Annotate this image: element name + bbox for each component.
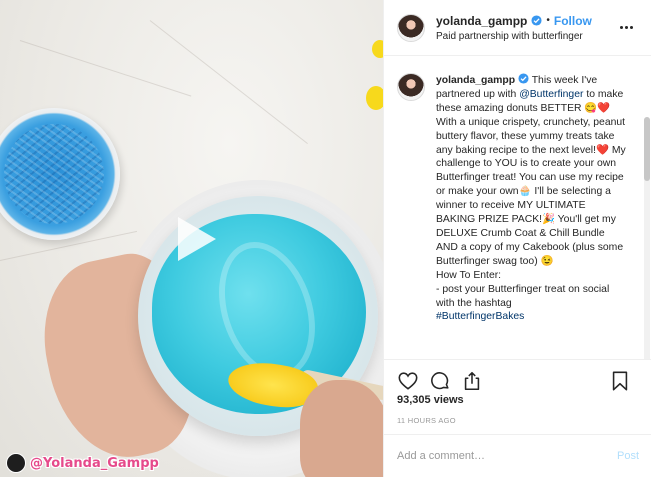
right-hand xyxy=(300,380,383,477)
caption: yolanda_gampp This week I've partnered u… xyxy=(384,57,651,324)
flower-decoration xyxy=(372,40,383,58)
caption-avatar[interactable] xyxy=(397,73,425,101)
post-side-panel: yolanda_gampp • Follow Paid partnership … xyxy=(383,0,651,477)
post-timestamp[interactable]: 11 HOURS AGO xyxy=(397,416,456,425)
verified-badge-icon xyxy=(518,73,529,84)
post-button[interactable]: Post xyxy=(617,450,639,462)
caption-username-link[interactable]: yolanda_gampp xyxy=(436,75,515,86)
avatar[interactable] xyxy=(397,13,425,42)
comments-scrollbar[interactable] xyxy=(644,117,650,359)
heart-icon[interactable] xyxy=(396,369,420,393)
verified-badge-icon xyxy=(531,15,542,26)
mention-link[interactable]: @Butterfinger xyxy=(519,89,583,100)
share-icon[interactable] xyxy=(460,369,484,393)
paid-partnership-label[interactable]: Paid partnership with butterfinger xyxy=(436,31,592,42)
watermark-avatar xyxy=(6,453,26,473)
hashtag-link[interactable]: #ButterfingerBakes xyxy=(436,311,524,322)
post-header: yolanda_gampp • Follow Paid partnership … xyxy=(384,0,651,56)
follow-button[interactable]: Follow xyxy=(554,14,592,28)
post-video[interactable]: @Yolanda_Gampp xyxy=(0,0,383,477)
creator-watermark: @Yolanda_Gampp xyxy=(6,452,159,474)
play-icon[interactable] xyxy=(165,210,223,268)
bookmark-icon[interactable] xyxy=(608,369,632,393)
scrollbar-thumb[interactable] xyxy=(644,117,650,181)
view-count[interactable]: 93,305 views xyxy=(397,394,464,406)
sprinkles xyxy=(4,124,104,224)
caption-text-part: to make these amazing donuts BETTER 😋❤️ … xyxy=(436,88,626,267)
header-row: yolanda_gampp • Follow xyxy=(436,14,592,28)
comment-input[interactable] xyxy=(397,450,617,462)
username-link[interactable]: yolanda_gampp xyxy=(436,14,527,28)
header-text: yolanda_gampp • Follow Paid partnership … xyxy=(436,14,592,42)
comment-icon[interactable] xyxy=(428,369,452,393)
flower-decoration xyxy=(366,86,383,110)
caption-text: yolanda_gampp This week I've partnered u… xyxy=(436,73,626,324)
comments-area[interactable]: yolanda_gampp This week I've partnered u… xyxy=(384,57,651,360)
marble-vein xyxy=(149,20,308,145)
comment-bar: Post xyxy=(384,434,651,477)
watermark-text: @Yolanda_Gampp xyxy=(30,455,159,471)
how-to-enter-label: How To Enter: xyxy=(436,269,502,281)
caption-step: - post your Butterfinger treat on social… xyxy=(436,283,610,309)
separator-dot: • xyxy=(546,15,550,26)
marble-vein xyxy=(19,40,192,97)
more-options-icon[interactable] xyxy=(620,20,638,34)
